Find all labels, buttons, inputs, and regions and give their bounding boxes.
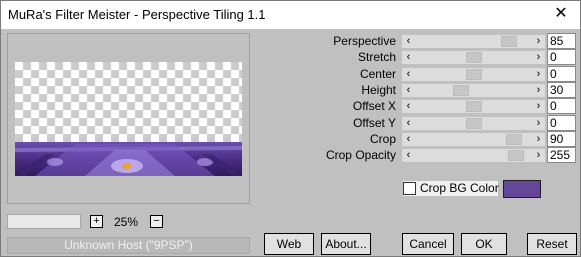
param-slider[interactable]: ‹ › xyxy=(402,51,545,64)
status-bar: Unknown Host ("9PSP") xyxy=(7,237,250,254)
arrow-left-icon[interactable]: ‹ xyxy=(402,117,415,130)
arrow-right-icon[interactable]: › xyxy=(532,35,545,48)
window-title: MuRa's Filter Meister - Perspective Tili… xyxy=(8,7,266,22)
slider-thumb[interactable] xyxy=(466,118,482,129)
param-label: Offset X xyxy=(352,99,396,113)
ok-button[interactable]: OK xyxy=(461,233,507,255)
arrow-right-icon[interactable]: › xyxy=(532,84,545,97)
param-value-field[interactable]: 0 xyxy=(547,49,576,65)
arrow-right-icon[interactable]: › xyxy=(532,117,545,130)
title-bar: MuRa's Filter Meister - Perspective Tili… xyxy=(1,1,580,29)
param-value-field[interactable]: 255 xyxy=(547,147,576,163)
arrow-left-icon[interactable]: ‹ xyxy=(402,149,415,162)
arrow-right-icon[interactable]: › xyxy=(532,51,545,64)
param-label: Perspective xyxy=(333,34,396,48)
param-slider[interactable]: ‹ › xyxy=(402,117,545,130)
slider-thumb[interactable] xyxy=(501,36,517,47)
arrow-left-icon[interactable]: ‹ xyxy=(402,84,415,97)
param-value-field[interactable]: 30 xyxy=(547,82,576,98)
param-value-field[interactable]: 85 xyxy=(547,33,576,49)
crop-bg-color-swatch[interactable] xyxy=(503,180,541,198)
about-button[interactable]: About... xyxy=(321,233,371,255)
param-value-field[interactable]: 90 xyxy=(547,131,576,147)
arrow-right-icon[interactable]: › xyxy=(532,100,545,113)
preview-panel[interactable] xyxy=(7,33,250,204)
zoom-value: 25% xyxy=(114,215,139,229)
param-label: Stretch xyxy=(357,50,396,64)
slider-thumb[interactable] xyxy=(466,101,482,112)
param-value-field[interactable]: 0 xyxy=(547,98,576,114)
param-slider[interactable]: ‹ › xyxy=(402,133,545,146)
close-icon[interactable]: ✕ xyxy=(549,3,573,25)
arrow-left-icon[interactable]: ‹ xyxy=(402,51,415,64)
zoom-out-button[interactable]: − xyxy=(150,215,163,228)
web-button[interactable]: Web xyxy=(264,233,314,255)
param-label: Crop xyxy=(369,132,396,146)
slider-thumb[interactable] xyxy=(453,85,469,96)
reset-button[interactable]: Reset xyxy=(527,233,577,255)
param-slider[interactable]: ‹ › xyxy=(402,35,545,48)
slider-thumb[interactable] xyxy=(466,52,482,63)
param-slider[interactable]: ‹ › xyxy=(402,149,545,162)
param-label: Center xyxy=(359,67,396,81)
slider-thumb[interactable] xyxy=(466,69,482,80)
crop-bg-label: Crop BG Color xyxy=(420,181,499,195)
arrow-left-icon[interactable]: ‹ xyxy=(402,68,415,81)
param-slider[interactable]: ‹ › xyxy=(402,100,545,113)
crop-bg-checkbox[interactable] xyxy=(403,182,416,195)
slider-thumb[interactable] xyxy=(506,134,522,145)
param-value-field[interactable]: 0 xyxy=(547,66,576,82)
arrow-left-icon[interactable]: ‹ xyxy=(402,35,415,48)
zoom-in-button[interactable]: + xyxy=(90,215,103,228)
arrow-right-icon[interactable]: › xyxy=(532,133,545,146)
zoom-track[interactable] xyxy=(7,214,81,229)
param-label: Crop Opacity xyxy=(325,148,396,162)
arrow-left-icon[interactable]: ‹ xyxy=(402,133,415,146)
param-value-field[interactable]: 0 xyxy=(547,115,576,131)
preview-image xyxy=(15,62,242,176)
transparent-area xyxy=(15,62,242,142)
filter-window: MuRa's Filter Meister - Perspective Tili… xyxy=(0,0,581,257)
arrow-right-icon[interactable]: › xyxy=(532,68,545,81)
cancel-button[interactable]: Cancel xyxy=(402,233,454,255)
slider-thumb[interactable] xyxy=(508,150,524,161)
param-label: Height xyxy=(361,83,396,97)
arrow-left-icon[interactable]: ‹ xyxy=(402,100,415,113)
param-label: Offset Y xyxy=(353,116,396,130)
perspective-tiles-image xyxy=(15,142,242,176)
param-slider[interactable]: ‹ › xyxy=(402,68,545,81)
arrow-right-icon[interactable]: › xyxy=(532,149,545,162)
param-slider[interactable]: ‹ › xyxy=(402,84,545,97)
